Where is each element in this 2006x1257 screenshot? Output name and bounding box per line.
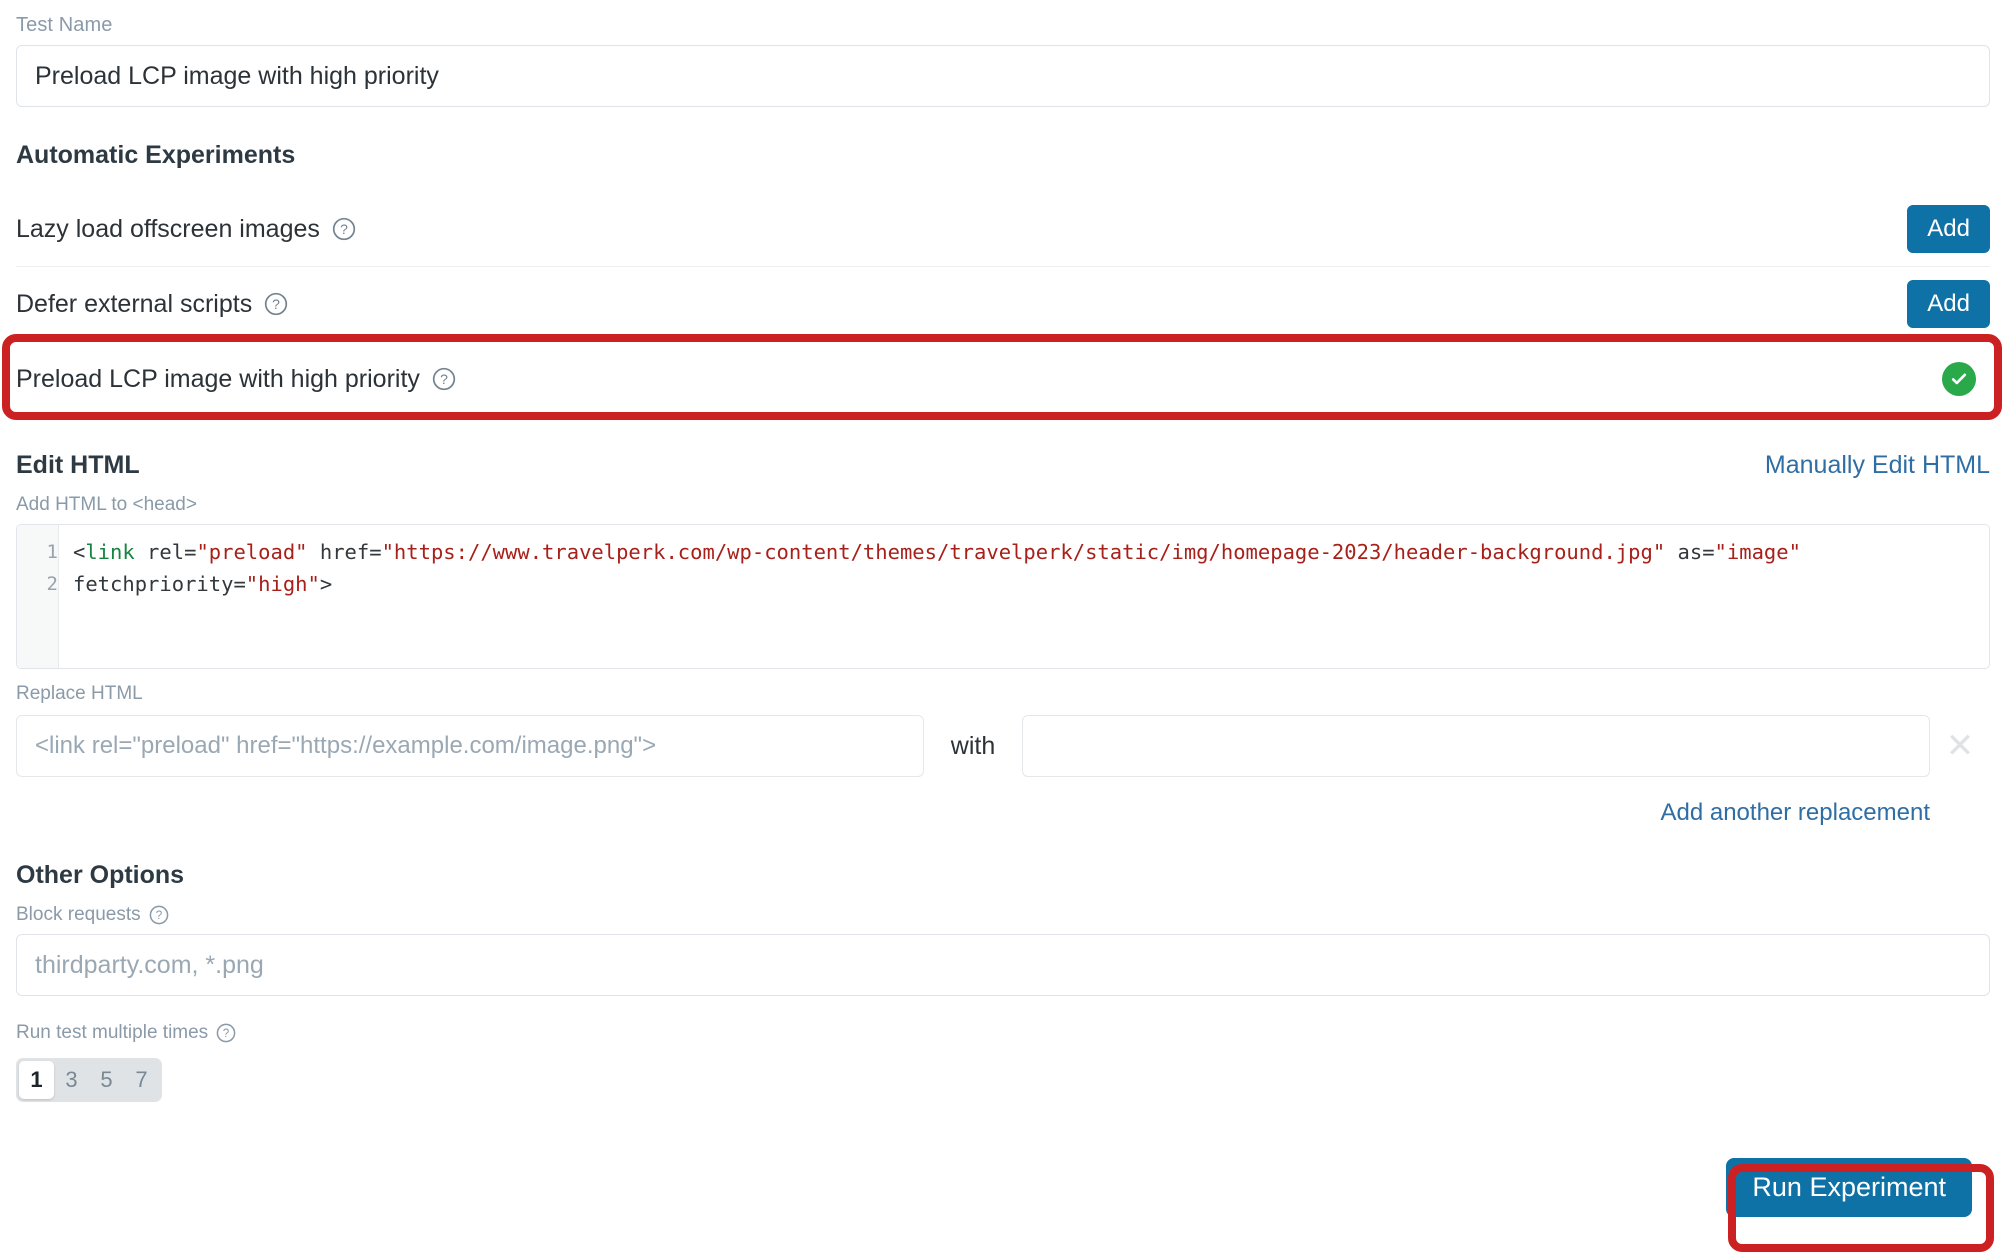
- run-multiple-option-1[interactable]: 1: [19, 1061, 54, 1099]
- code-token-tag: link: [85, 540, 135, 564]
- with-label: with: [950, 731, 996, 760]
- svg-text:?: ?: [272, 296, 280, 312]
- line-number: 1: [46, 541, 58, 563]
- html-code-editor[interactable]: 1 2 <link rel="preload" href="https://ww…: [16, 524, 1990, 669]
- add-html-to-head-label: Add HTML to <head>: [16, 494, 197, 515]
- replace-html-row: <link rel="preload" href="https://exampl…: [16, 715, 1990, 777]
- test-name-input[interactable]: Preload LCP image with high priority: [16, 45, 1990, 107]
- run-multiple-option-3[interactable]: 3: [54, 1061, 89, 1099]
- replace-find-placeholder: <link rel="preload" href="https://exampl…: [35, 732, 657, 759]
- block-requests-label-wrap: Block requests ?: [16, 890, 1990, 934]
- experiment-label-wrap: Defer external scripts ?: [16, 290, 288, 319]
- experiment-label: Lazy load offscreen images: [16, 214, 320, 243]
- experiment-label-wrap: Preload LCP image with high priority ?: [16, 365, 456, 394]
- automatic-experiments-heading: Automatic Experiments: [16, 141, 296, 169]
- experiment-row-preload-lcp[interactable]: Preload LCP image with high priority ?: [16, 342, 1990, 417]
- replace-html-label: Replace HTML: [16, 683, 143, 704]
- code-token-attr-as: as=: [1665, 540, 1715, 564]
- experiment-row-lazy-load: Lazy load offscreen images ? Add: [16, 192, 1990, 267]
- edit-html-heading: Edit HTML: [16, 451, 140, 479]
- experiment-label: Defer external scripts: [16, 289, 253, 318]
- run-multiple-segmented-control[interactable]: 1 3 5 7: [16, 1058, 162, 1102]
- block-requests-label: Block requests: [16, 904, 141, 925]
- run-multiple-option-7[interactable]: 7: [124, 1061, 159, 1099]
- add-another-replacement-link[interactable]: Add another replacement: [1660, 799, 1930, 827]
- experiment-enabled-check-icon: [1942, 362, 1976, 396]
- code-content[interactable]: <link rel="preload" href="https://www.tr…: [59, 525, 1989, 668]
- code-token-value-fetchpriority: "high": [245, 572, 320, 596]
- remove-replacement-icon[interactable]: ✕: [1930, 729, 1990, 763]
- experiment-config-page: Test Name Preload LCP image with high pr…: [0, 0, 2006, 1217]
- test-name-value: Preload LCP image with high priority: [35, 61, 439, 90]
- help-circle-icon[interactable]: ?: [432, 367, 456, 391]
- replace-with-input[interactable]: [1022, 715, 1930, 777]
- run-multiple-option-5[interactable]: 5: [89, 1061, 124, 1099]
- edit-html-header: Edit HTML Manually Edit HTML: [16, 451, 1990, 480]
- add-experiment-button[interactable]: Add: [1907, 279, 1990, 329]
- help-circle-icon[interactable]: ?: [216, 1023, 236, 1043]
- code-token-value-href: "https://www.travelperk.com/wp-content/t…: [381, 540, 1666, 564]
- code-token-attr-fetchpriority: fetchpriority=: [73, 572, 246, 596]
- experiment-label: Preload LCP image with high priority: [16, 364, 420, 393]
- svg-text:?: ?: [223, 1027, 230, 1040]
- manually-edit-html-link[interactable]: Manually Edit HTML: [1765, 451, 1990, 480]
- code-gutter: 1 2: [17, 525, 59, 668]
- block-requests-input[interactable]: thirdparty.com, *.png: [16, 934, 1990, 996]
- code-token-open-bracket: <: [73, 540, 86, 564]
- run-multiple-label: Run test multiple times: [16, 1022, 209, 1043]
- code-token-value-rel: "preload": [196, 540, 308, 564]
- svg-text:?: ?: [155, 909, 162, 922]
- help-circle-icon[interactable]: ?: [264, 292, 288, 316]
- footer-actions: Run Experiment: [16, 1158, 1990, 1217]
- add-another-replacement-wrap: Add another replacement: [16, 799, 1990, 827]
- add-experiment-button[interactable]: Add: [1907, 204, 1990, 254]
- replace-find-input[interactable]: <link rel="preload" href="https://exampl…: [16, 715, 924, 777]
- code-token-attr-href: href=: [307, 540, 382, 564]
- svg-text:?: ?: [340, 221, 348, 237]
- experiment-row-defer-scripts: Defer external scripts ? Add: [16, 267, 1990, 342]
- test-name-label: Test Name: [16, 14, 113, 36]
- run-multiple-label-wrap: Run test multiple times ?: [16, 1008, 1990, 1052]
- help-circle-icon[interactable]: ?: [332, 217, 356, 241]
- svg-text:?: ?: [440, 371, 448, 387]
- code-token-close-bracket: >: [319, 572, 333, 596]
- block-requests-placeholder: thirdparty.com, *.png: [35, 950, 264, 979]
- code-token-attr-rel: rel=: [134, 540, 197, 564]
- code-token-value-as: "image": [1714, 540, 1801, 564]
- other-options-heading: Other Options: [16, 861, 185, 889]
- automatic-experiments-list: Lazy load offscreen images ? Add Defer e…: [16, 192, 1990, 417]
- help-circle-icon[interactable]: ?: [149, 905, 169, 925]
- line-number: 2: [46, 573, 58, 595]
- run-experiment-button[interactable]: Run Experiment: [1726, 1158, 1972, 1217]
- experiment-label-wrap: Lazy load offscreen images ?: [16, 215, 356, 244]
